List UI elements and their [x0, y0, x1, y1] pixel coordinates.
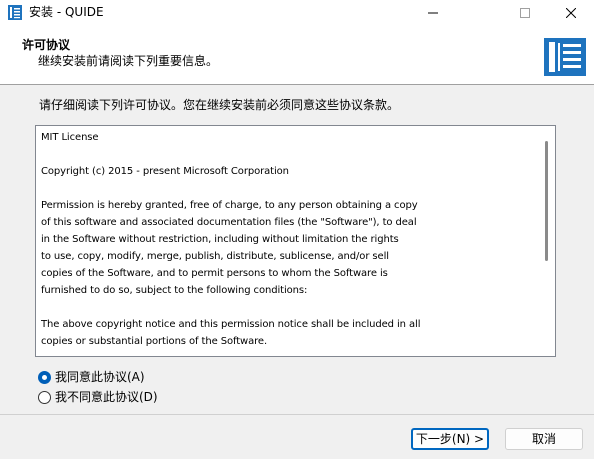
decline-radio[interactable]: [38, 390, 51, 404]
scroll-thumb[interactable]: [545, 141, 548, 261]
next-button[interactable]: 下一步(N) >: [411, 428, 489, 450]
book-logo-icon: [544, 38, 586, 76]
license-instruction: 请仔细阅读下列许可协议。您在继续安装前必须同意这些协议条款。: [39, 98, 400, 112]
decline-radio-label[interactable]: 我不同意此协议(D): [55, 390, 158, 405]
close-icon: [566, 8, 576, 18]
maximize-icon: [520, 8, 530, 18]
window-title: 安装 - QUIDE: [29, 5, 104, 19]
minimize-button[interactable]: [410, 0, 456, 26]
license-text-box[interactable]: MIT License Copyright (c) 2015 - present…: [35, 125, 556, 357]
cancel-button[interactable]: 取消: [505, 428, 583, 450]
maximize-button[interactable]: [502, 0, 548, 26]
page-title: 许可协议: [22, 38, 71, 52]
title-bar[interactable]: 安装 - QUIDE: [0, 0, 594, 26]
installer-window: 安装 - QUIDE 许可协议 继续安装前请阅读下列重要信息。 请仔细阅读下列许…: [0, 0, 594, 459]
wizard-header: 许可协议 继续安装前请阅读下列重要信息。: [0, 26, 594, 85]
book-icon: [8, 5, 22, 20]
footer-divider: [0, 414, 594, 415]
license-scrollbar[interactable]: [538, 126, 555, 356]
accept-radio-option[interactable]: 我同意此协议(A): [38, 369, 145, 385]
decline-radio-option[interactable]: 我不同意此协议(D): [38, 389, 158, 405]
close-button[interactable]: [548, 0, 594, 26]
license-text: MIT License Copyright (c) 2015 - present…: [41, 132, 421, 347]
minimize-icon: [428, 12, 438, 14]
accept-radio[interactable]: [38, 370, 51, 384]
page-subtitle: 继续安装前请阅读下列重要信息。: [38, 54, 219, 68]
accept-radio-label[interactable]: 我同意此协议(A): [55, 370, 145, 385]
